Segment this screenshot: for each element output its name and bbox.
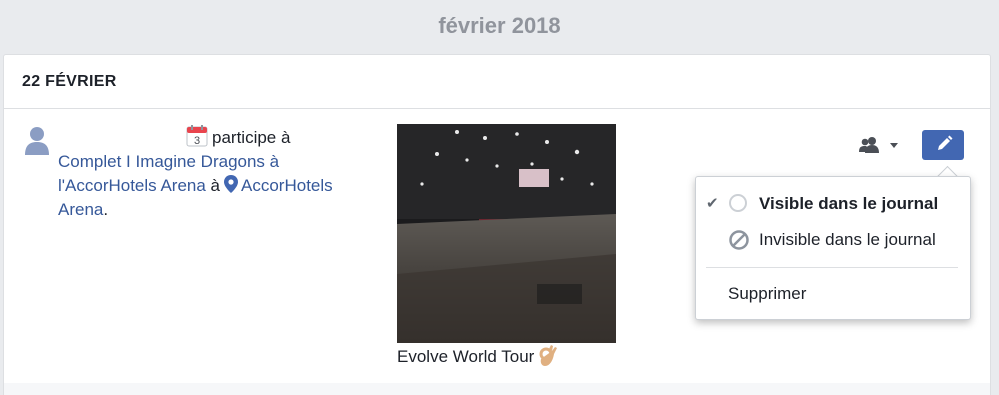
date-row: 22 FÉVRIER xyxy=(4,55,990,109)
visibility-menu: ✔ Visible dans le journal Invisible dans… xyxy=(695,176,971,320)
person-silhouette-icon[interactable] xyxy=(24,125,50,155)
activity-verb: participe à xyxy=(212,128,291,147)
photo-caption: Evolve World Tour xyxy=(397,345,558,367)
menu-divider xyxy=(706,267,958,268)
calendar-day: 3 xyxy=(194,135,200,147)
activity-period: . xyxy=(103,200,109,219)
concert-photo[interactable] xyxy=(397,124,616,343)
menu-item-hidden-label: Invisible dans le journal xyxy=(759,230,936,249)
activity-text: 3 participe à Complet I Imagine Dragons … xyxy=(58,125,378,222)
date-label: 22 FÉVRIER xyxy=(22,73,117,90)
activity-preposition: à xyxy=(210,176,221,195)
calendar-icon: 3 xyxy=(186,125,208,147)
menu-item-visible[interactable]: ✔ Visible dans le journal xyxy=(696,187,970,221)
audience-selector-button[interactable] xyxy=(857,134,903,158)
no-entry-icon xyxy=(729,230,749,250)
radio-empty-icon xyxy=(729,194,747,212)
edit-button[interactable] xyxy=(922,130,964,160)
menu-item-hidden[interactable]: Invisible dans le journal xyxy=(696,223,970,257)
menu-item-delete-label: Supprimer xyxy=(728,284,807,303)
pencil-icon xyxy=(938,135,953,150)
menu-item-visible-label: Visible dans le journal xyxy=(759,194,939,213)
check-icon: ✔ xyxy=(706,195,719,212)
month-header: février 2018 xyxy=(438,13,561,38)
friends-icon xyxy=(859,137,898,153)
card-footer xyxy=(3,383,991,395)
menu-item-delete[interactable]: Supprimer xyxy=(696,277,970,311)
chevron-down-icon xyxy=(890,143,898,148)
location-pin-icon xyxy=(224,175,239,193)
caption-text: Evolve World Tour xyxy=(397,347,535,366)
ok-hand-emoji xyxy=(539,345,558,366)
